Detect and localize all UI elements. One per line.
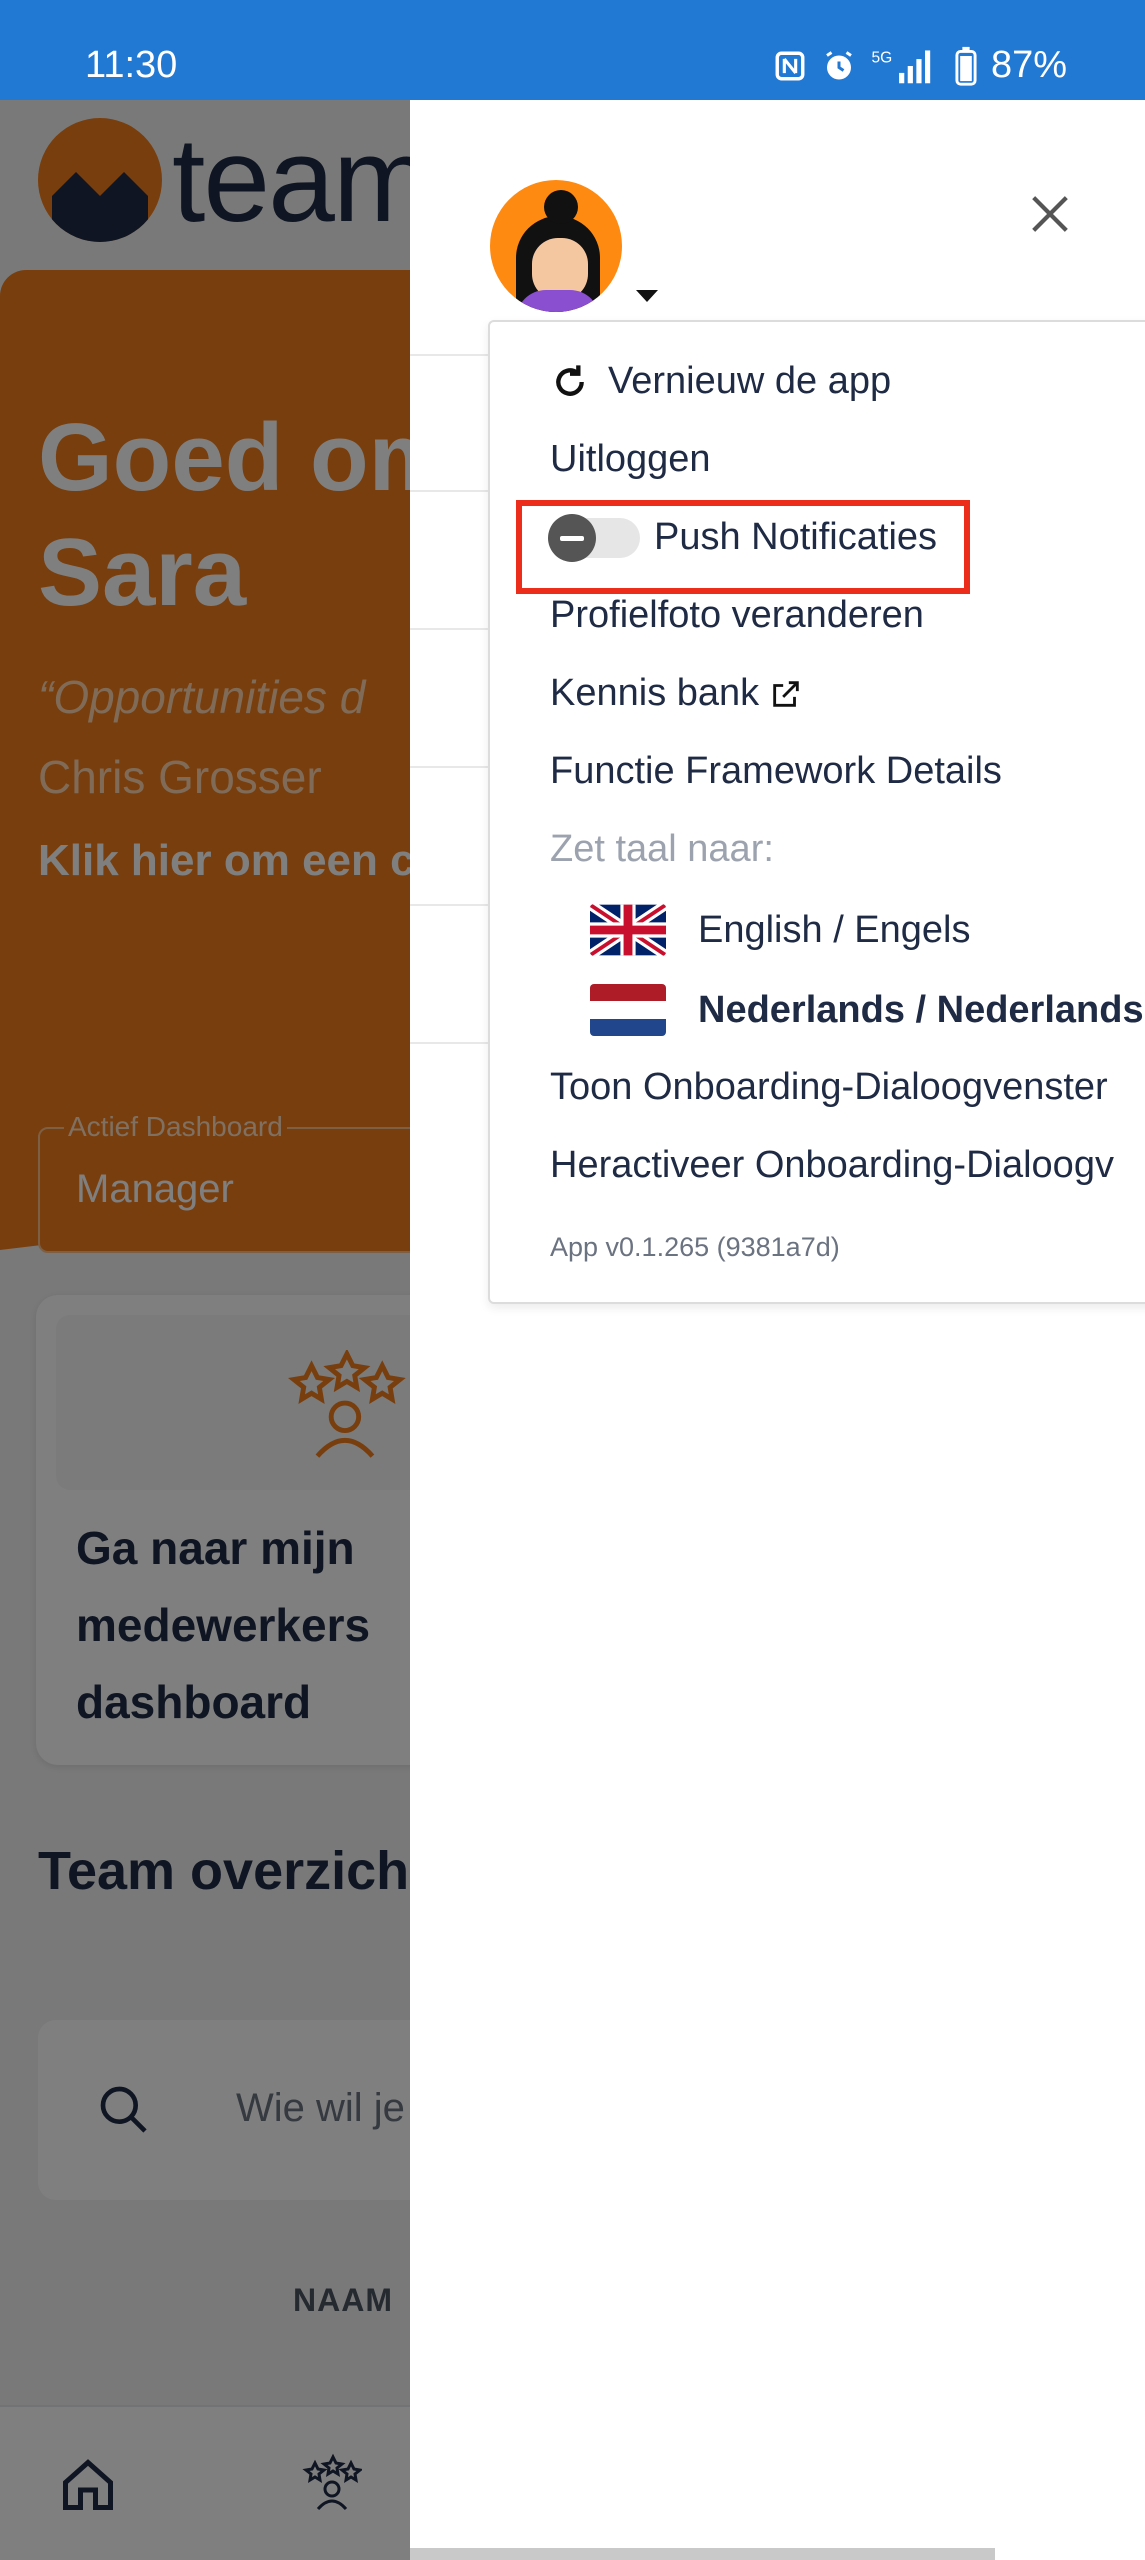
- divider: [410, 1042, 500, 1044]
- close-icon[interactable]: [1022, 186, 1078, 242]
- menu-item-reactivate-onboarding[interactable]: Heractiveer Onboarding-Dialoogv: [550, 1144, 1114, 1187]
- menu-item-framework-details[interactable]: Functie Framework Details: [550, 750, 1002, 793]
- divider: [410, 354, 500, 356]
- menu-item-label: Kennis bank: [550, 672, 760, 714]
- refresh-icon: [556, 364, 584, 396]
- svg-text:5G: 5G: [871, 49, 892, 66]
- menu-item-knowledge-base[interactable]: Kennis bank: [550, 672, 803, 715]
- status-icons: 5G 87%: [773, 44, 1067, 87]
- external-link-icon: [773, 680, 799, 707]
- nfc-icon: [775, 51, 805, 80]
- horizontal-scrollbar[interactable]: [410, 2548, 995, 2560]
- app-version-label: App v0.1.265 (9381a7d): [550, 1232, 840, 1262]
- menu-item-label: Heractiveer Onboarding-Dialoogv: [550, 1144, 1114, 1186]
- menu-item-show-onboarding[interactable]: Toon Onboarding-Dialoogvenster: [550, 1066, 1108, 1109]
- menu-item-lang-english[interactable]: English / Engels: [590, 904, 971, 956]
- user-avatar[interactable]: [490, 180, 622, 312]
- divider: [410, 766, 500, 768]
- divider: [410, 628, 500, 630]
- battery-percent: 87%: [990, 44, 1067, 86]
- highlight-box: [516, 500, 970, 594]
- menu-item-label: Toon Onboarding-Dialoogvenster: [550, 1066, 1108, 1108]
- battery-icon: [955, 46, 977, 86]
- menu-item-refresh[interactable]: Vernieuw de app: [550, 360, 891, 403]
- menu-item-label: English / Engels: [698, 908, 971, 951]
- menu-item-lang-dutch[interactable]: Nederlands / Nederlands: [590, 984, 1144, 1036]
- divider: [410, 904, 500, 906]
- menu-item-label: Profielfoto veranderen: [550, 594, 924, 636]
- language-header-label: Zet taal naar:: [550, 828, 774, 870]
- menu-item-label: Vernieuw de app: [608, 360, 892, 402]
- status-bar: 11:30 5G 87%: [0, 0, 1145, 100]
- divider: [410, 490, 500, 492]
- 5g-signal-icon: 5G: [871, 49, 931, 83]
- menu-item-label: Functie Framework Details: [550, 750, 1002, 792]
- profile-drawer: Vernieuw de app Uitloggen Push Notificat…: [410, 100, 1145, 2560]
- menu-item-profile-photo[interactable]: Profielfoto veranderen: [550, 594, 924, 637]
- caret-down-icon[interactable]: [636, 290, 658, 302]
- nl-flag-icon: [590, 984, 666, 1036]
- menu-item-label: Nederlands / Nederlands: [698, 988, 1144, 1031]
- menu-item-logout[interactable]: Uitloggen: [550, 438, 711, 481]
- status-time: 11:30: [85, 44, 178, 86]
- uk-flag-icon: [590, 904, 666, 956]
- menu-item-label: Uitloggen: [550, 438, 711, 480]
- profile-menu: Vernieuw de app Uitloggen Push Notificat…: [488, 320, 1145, 1304]
- alarm-icon: [826, 50, 852, 79]
- app-version: App v0.1.265 (9381a7d): [550, 1232, 840, 1263]
- language-section-header: Zet taal naar:: [550, 828, 774, 871]
